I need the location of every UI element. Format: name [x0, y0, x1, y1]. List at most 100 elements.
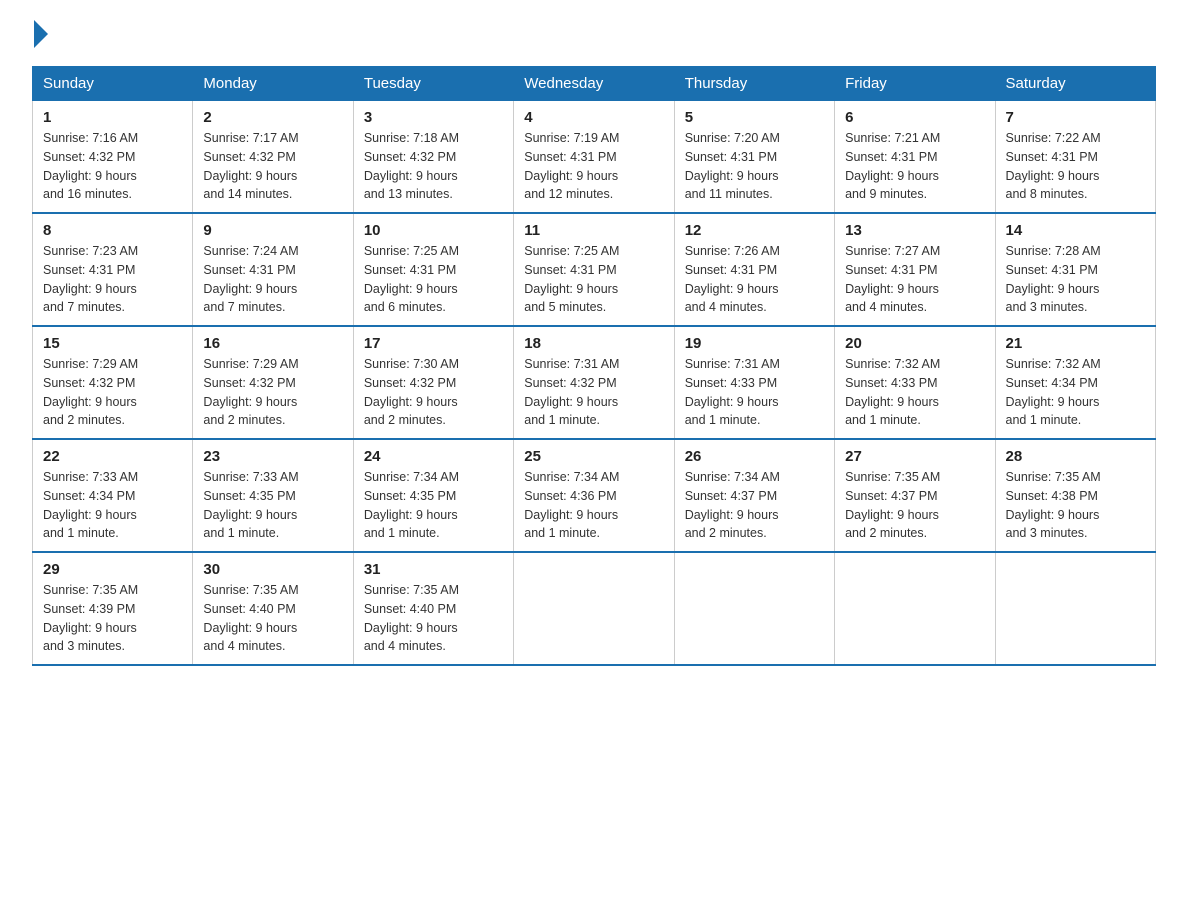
day-cell: 30 Sunrise: 7:35 AM Sunset: 4:40 PM Dayl…	[193, 552, 353, 665]
day-number: 10	[364, 222, 503, 239]
day-cell: 6 Sunrise: 7:21 AM Sunset: 4:31 PM Dayli…	[835, 101, 995, 214]
day-info: Sunrise: 7:19 AM Sunset: 4:31 PM Dayligh…	[524, 129, 663, 204]
day-cell: 1 Sunrise: 7:16 AM Sunset: 4:32 PM Dayli…	[33, 101, 193, 214]
day-info: Sunrise: 7:35 AM Sunset: 4:37 PM Dayligh…	[845, 468, 984, 543]
day-info: Sunrise: 7:30 AM Sunset: 4:32 PM Dayligh…	[364, 355, 503, 430]
day-cell: 3 Sunrise: 7:18 AM Sunset: 4:32 PM Dayli…	[353, 101, 513, 214]
day-info: Sunrise: 7:25 AM Sunset: 4:31 PM Dayligh…	[364, 242, 503, 317]
day-number: 28	[1006, 448, 1145, 465]
day-cell: 5 Sunrise: 7:20 AM Sunset: 4:31 PM Dayli…	[674, 101, 834, 214]
day-info: Sunrise: 7:35 AM Sunset: 4:40 PM Dayligh…	[364, 581, 503, 656]
day-number: 27	[845, 448, 984, 465]
day-cell: 25 Sunrise: 7:34 AM Sunset: 4:36 PM Dayl…	[514, 439, 674, 552]
day-number: 16	[203, 335, 342, 352]
day-number: 6	[845, 109, 984, 126]
logo	[32, 24, 48, 46]
day-info: Sunrise: 7:35 AM Sunset: 4:40 PM Dayligh…	[203, 581, 342, 656]
day-info: Sunrise: 7:29 AM Sunset: 4:32 PM Dayligh…	[43, 355, 182, 430]
header-cell-friday: Friday	[835, 67, 995, 101]
day-cell: 22 Sunrise: 7:33 AM Sunset: 4:34 PM Dayl…	[33, 439, 193, 552]
day-number: 11	[524, 222, 663, 239]
day-number: 18	[524, 335, 663, 352]
day-number: 24	[364, 448, 503, 465]
day-number: 3	[364, 109, 503, 126]
day-cell: 26 Sunrise: 7:34 AM Sunset: 4:37 PM Dayl…	[674, 439, 834, 552]
day-cell: 10 Sunrise: 7:25 AM Sunset: 4:31 PM Dayl…	[353, 213, 513, 326]
day-cell: 9 Sunrise: 7:24 AM Sunset: 4:31 PM Dayli…	[193, 213, 353, 326]
header-cell-wednesday: Wednesday	[514, 67, 674, 101]
day-cell: 20 Sunrise: 7:32 AM Sunset: 4:33 PM Dayl…	[835, 326, 995, 439]
day-cell: 2 Sunrise: 7:17 AM Sunset: 4:32 PM Dayli…	[193, 101, 353, 214]
day-info: Sunrise: 7:23 AM Sunset: 4:31 PM Dayligh…	[43, 242, 182, 317]
day-number: 8	[43, 222, 182, 239]
day-number: 4	[524, 109, 663, 126]
day-info: Sunrise: 7:31 AM Sunset: 4:32 PM Dayligh…	[524, 355, 663, 430]
day-info: Sunrise: 7:31 AM Sunset: 4:33 PM Dayligh…	[685, 355, 824, 430]
day-cell: 14 Sunrise: 7:28 AM Sunset: 4:31 PM Dayl…	[995, 213, 1155, 326]
day-number: 7	[1006, 109, 1145, 126]
day-info: Sunrise: 7:20 AM Sunset: 4:31 PM Dayligh…	[685, 129, 824, 204]
day-number: 17	[364, 335, 503, 352]
header-cell-monday: Monday	[193, 67, 353, 101]
day-number: 1	[43, 109, 182, 126]
day-cell: 28 Sunrise: 7:35 AM Sunset: 4:38 PM Dayl…	[995, 439, 1155, 552]
day-number: 13	[845, 222, 984, 239]
day-cell: 19 Sunrise: 7:31 AM Sunset: 4:33 PM Dayl…	[674, 326, 834, 439]
header-cell-thursday: Thursday	[674, 67, 834, 101]
day-cell: 7 Sunrise: 7:22 AM Sunset: 4:31 PM Dayli…	[995, 101, 1155, 214]
day-info: Sunrise: 7:22 AM Sunset: 4:31 PM Dayligh…	[1006, 129, 1145, 204]
day-cell: 23 Sunrise: 7:33 AM Sunset: 4:35 PM Dayl…	[193, 439, 353, 552]
day-cell: 21 Sunrise: 7:32 AM Sunset: 4:34 PM Dayl…	[995, 326, 1155, 439]
day-number: 14	[1006, 222, 1145, 239]
day-number: 2	[203, 109, 342, 126]
day-cell: 15 Sunrise: 7:29 AM Sunset: 4:32 PM Dayl…	[33, 326, 193, 439]
day-number: 20	[845, 335, 984, 352]
day-info: Sunrise: 7:27 AM Sunset: 4:31 PM Dayligh…	[845, 242, 984, 317]
day-info: Sunrise: 7:33 AM Sunset: 4:34 PM Dayligh…	[43, 468, 182, 543]
day-cell: 24 Sunrise: 7:34 AM Sunset: 4:35 PM Dayl…	[353, 439, 513, 552]
day-info: Sunrise: 7:29 AM Sunset: 4:32 PM Dayligh…	[203, 355, 342, 430]
day-info: Sunrise: 7:18 AM Sunset: 4:32 PM Dayligh…	[364, 129, 503, 204]
day-info: Sunrise: 7:25 AM Sunset: 4:31 PM Dayligh…	[524, 242, 663, 317]
day-info: Sunrise: 7:32 AM Sunset: 4:34 PM Dayligh…	[1006, 355, 1145, 430]
calendar-header: SundayMondayTuesdayWednesdayThursdayFrid…	[33, 67, 1156, 101]
header-cell-tuesday: Tuesday	[353, 67, 513, 101]
day-cell: 18 Sunrise: 7:31 AM Sunset: 4:32 PM Dayl…	[514, 326, 674, 439]
day-number: 15	[43, 335, 182, 352]
day-cell: 11 Sunrise: 7:25 AM Sunset: 4:31 PM Dayl…	[514, 213, 674, 326]
day-info: Sunrise: 7:32 AM Sunset: 4:33 PM Dayligh…	[845, 355, 984, 430]
header-cell-sunday: Sunday	[33, 67, 193, 101]
header-row: SundayMondayTuesdayWednesdayThursdayFrid…	[33, 67, 1156, 101]
day-info: Sunrise: 7:17 AM Sunset: 4:32 PM Dayligh…	[203, 129, 342, 204]
day-number: 25	[524, 448, 663, 465]
day-cell: 12 Sunrise: 7:26 AM Sunset: 4:31 PM Dayl…	[674, 213, 834, 326]
day-cell: 4 Sunrise: 7:19 AM Sunset: 4:31 PM Dayli…	[514, 101, 674, 214]
logo-arrow-icon	[34, 20, 48, 48]
day-info: Sunrise: 7:24 AM Sunset: 4:31 PM Dayligh…	[203, 242, 342, 317]
week-row-3: 15 Sunrise: 7:29 AM Sunset: 4:32 PM Dayl…	[33, 326, 1156, 439]
day-info: Sunrise: 7:35 AM Sunset: 4:39 PM Dayligh…	[43, 581, 182, 656]
week-row-5: 29 Sunrise: 7:35 AM Sunset: 4:39 PM Dayl…	[33, 552, 1156, 665]
day-number: 21	[1006, 335, 1145, 352]
day-number: 31	[364, 561, 503, 578]
header-cell-saturday: Saturday	[995, 67, 1155, 101]
day-cell: 16 Sunrise: 7:29 AM Sunset: 4:32 PM Dayl…	[193, 326, 353, 439]
day-number: 30	[203, 561, 342, 578]
week-row-2: 8 Sunrise: 7:23 AM Sunset: 4:31 PM Dayli…	[33, 213, 1156, 326]
day-cell	[674, 552, 834, 665]
day-info: Sunrise: 7:21 AM Sunset: 4:31 PM Dayligh…	[845, 129, 984, 204]
page-header	[32, 24, 1156, 46]
week-row-1: 1 Sunrise: 7:16 AM Sunset: 4:32 PM Dayli…	[33, 101, 1156, 214]
day-number: 5	[685, 109, 824, 126]
day-cell: 27 Sunrise: 7:35 AM Sunset: 4:37 PM Dayl…	[835, 439, 995, 552]
day-number: 29	[43, 561, 182, 578]
day-cell	[995, 552, 1155, 665]
day-number: 12	[685, 222, 824, 239]
day-number: 26	[685, 448, 824, 465]
day-number: 19	[685, 335, 824, 352]
day-number: 9	[203, 222, 342, 239]
day-cell: 8 Sunrise: 7:23 AM Sunset: 4:31 PM Dayli…	[33, 213, 193, 326]
calendar-body: 1 Sunrise: 7:16 AM Sunset: 4:32 PM Dayli…	[33, 101, 1156, 666]
day-info: Sunrise: 7:33 AM Sunset: 4:35 PM Dayligh…	[203, 468, 342, 543]
day-info: Sunrise: 7:26 AM Sunset: 4:31 PM Dayligh…	[685, 242, 824, 317]
